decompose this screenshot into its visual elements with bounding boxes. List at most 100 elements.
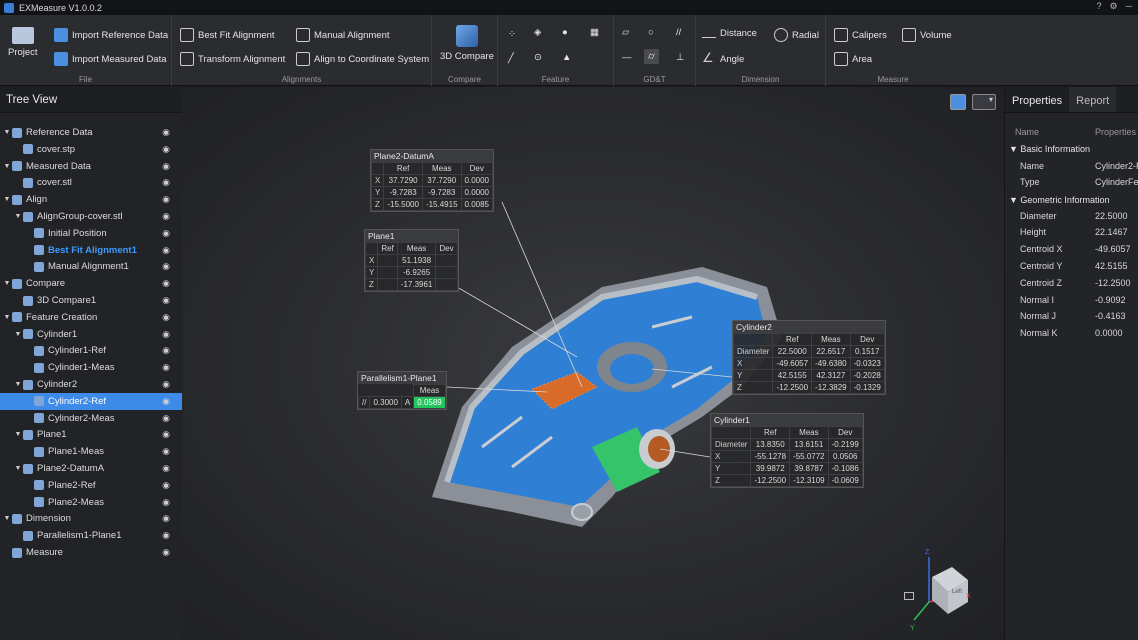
- expand-arrow-icon[interactable]: ▼: [2, 515, 12, 522]
- cone-feature-icon[interactable]: ▲: [562, 52, 571, 63]
- expand-arrow-icon[interactable]: ▼: [13, 465, 23, 472]
- tree-item[interactable]: ▼ Feature Creation ◉: [0, 309, 182, 326]
- tree-item[interactable]: Plane2-Ref ◉: [0, 477, 182, 494]
- cylindricity-icon[interactable]: ⌭: [644, 49, 659, 64]
- expand-arrow-icon[interactable]: ▼: [13, 381, 23, 388]
- circle-feature-icon[interactable]: ⊙: [534, 52, 542, 63]
- tree-item[interactable]: Plane2-Meas ◉: [0, 494, 182, 511]
- visibility-eye-icon[interactable]: ◉: [162, 513, 170, 524]
- annotation-cylinder1[interactable]: Cylinder1 Ref Meas Dev Diameter 13.8350 13.61…: [710, 413, 864, 488]
- tree-item[interactable]: cover.stp ◉: [0, 141, 182, 158]
- tree-item[interactable]: ▼ AlignGroup-cover.stl ◉: [0, 208, 182, 225]
- angle-button[interactable]: ∠ Angle: [702, 51, 744, 66]
- radial-button[interactable]: Radial: [774, 28, 819, 42]
- visibility-eye-icon[interactable]: ◉: [162, 362, 170, 373]
- circularity-icon[interactable]: ○: [648, 27, 654, 38]
- tab-report[interactable]: Report: [1069, 87, 1117, 112]
- tab-properties[interactable]: Properties: [1005, 87, 1069, 112]
- project-button[interactable]: Project: [8, 27, 38, 58]
- tree-item[interactable]: Cylinder1-Meas ◉: [0, 359, 182, 376]
- tree-item[interactable]: Parallelism1-Plane1 ◉: [0, 527, 182, 544]
- visibility-eye-icon[interactable]: ◉: [162, 497, 170, 508]
- tree-item[interactable]: Cylinder1-Ref ◉: [0, 342, 182, 359]
- visibility-eye-icon[interactable]: ◉: [162, 211, 170, 222]
- expand-arrow-icon[interactable]: ▼: [13, 213, 23, 220]
- settings-icon[interactable]: ⚙: [1110, 1, 1118, 12]
- fit-view-icon[interactable]: [904, 592, 914, 600]
- visibility-eye-icon[interactable]: ◉: [162, 245, 170, 256]
- visibility-eye-icon[interactable]: ◉: [162, 228, 170, 239]
- tree-item[interactable]: Cylinder2-Meas ◉: [0, 410, 182, 427]
- sphere-feature-icon[interactable]: ●: [562, 27, 568, 38]
- tree-item[interactable]: ▼ Cylinder2 ◉: [0, 376, 182, 393]
- flatness-icon[interactable]: ▱: [622, 27, 629, 38]
- 3d-viewport[interactable]: ▾ Plane2-DatumA Ref Meas Dev X 37.7290 3…: [182, 87, 1004, 640]
- visibility-eye-icon[interactable]: ◉: [162, 446, 170, 457]
- visibility-eye-icon[interactable]: ◉: [162, 480, 170, 491]
- annotation-plane2-datuma[interactable]: Plane2-DatumA Ref Meas Dev X 37.7290 37.7290 0…: [370, 149, 494, 212]
- visibility-eye-icon[interactable]: ◉: [162, 547, 170, 558]
- cylinder-feature-icon[interactable]: ▦: [590, 27, 599, 38]
- align-coordinate-system-button[interactable]: Align to Coordinate System: [296, 52, 429, 66]
- visibility-eye-icon[interactable]: ◉: [162, 144, 170, 155]
- import-measured-button[interactable]: Import Measured Data: [54, 52, 167, 66]
- tree-item[interactable]: ▼ Compare ◉: [0, 275, 182, 292]
- straightness-icon[interactable]: —: [622, 52, 632, 63]
- annotation-cylinder2[interactable]: Cylinder2 Ref Meas Dev Diameter 22.5000 22.65…: [732, 320, 886, 395]
- visibility-eye-icon[interactable]: ◉: [162, 413, 170, 424]
- tree-item[interactable]: ▼ Plane2-DatumA ◉: [0, 460, 182, 477]
- tree-item[interactable]: Initial Position ◉: [0, 225, 182, 242]
- tree-item[interactable]: ▼ Reference Data ◉: [0, 124, 182, 141]
- visibility-eye-icon[interactable]: ◉: [162, 261, 170, 272]
- visibility-eye-icon[interactable]: ◉: [162, 127, 170, 138]
- annotation-plane1[interactable]: Plane1 Ref Meas Dev X 51.1938 Y -6.9265 Z -17.39…: [364, 229, 459, 292]
- expand-arrow-icon[interactable]: ▼: [13, 331, 23, 338]
- visibility-eye-icon[interactable]: ◉: [162, 345, 170, 356]
- annotation-parallelism[interactable]: Parallelism1-Plane1 Meas // 0.3000 A 0.0…: [357, 371, 447, 410]
- calipers-button[interactable]: Calipers: [834, 28, 887, 42]
- expand-arrow-icon[interactable]: ▼: [2, 129, 12, 136]
- perpendicularity-icon[interactable]: ⊥: [676, 52, 684, 63]
- tree-item[interactable]: Plane1-Meas ◉: [0, 443, 182, 460]
- tree-item[interactable]: Best Fit Alignment1 ◉: [0, 242, 182, 259]
- tree-item[interactable]: ▼ Cylinder1 ◉: [0, 326, 182, 343]
- manual-alignment-button[interactable]: Manual Alignment: [296, 28, 390, 42]
- import-reference-button[interactable]: Import Reference Data: [54, 28, 168, 42]
- visibility-eye-icon[interactable]: ◉: [162, 379, 170, 390]
- volume-button[interactable]: Volume: [902, 28, 952, 42]
- visibility-eye-icon[interactable]: ◉: [162, 530, 170, 541]
- tree-item[interactable]: Cylinder2-Ref ◉: [0, 392, 182, 410]
- help-icon[interactable]: ?: [1097, 1, 1102, 12]
- visibility-eye-icon[interactable]: ◉: [162, 429, 170, 440]
- tree-item[interactable]: ▼ Align ◉: [0, 191, 182, 208]
- transform-alignment-button[interactable]: Transform Alignment: [180, 52, 285, 66]
- visibility-eye-icon[interactable]: ◉: [162, 329, 170, 340]
- tree-item[interactable]: ▼ Measured Data ◉: [0, 158, 182, 175]
- visibility-eye-icon[interactable]: ◉: [162, 177, 170, 188]
- tree-item[interactable]: Manual Alignment1 ◉: [0, 258, 182, 275]
- expand-arrow-icon[interactable]: ▼: [2, 196, 12, 203]
- tree-item[interactable]: cover.stl ◉: [0, 174, 182, 191]
- view-cube[interactable]: Left Z X Y: [894, 542, 984, 632]
- tree-item[interactable]: ▼ Plane1 ◉: [0, 426, 182, 443]
- 3d-compare-button[interactable]: 3D Compare: [440, 25, 494, 62]
- parallelism-icon[interactable]: //: [676, 27, 681, 38]
- distance-button[interactable]: Distance: [702, 28, 757, 39]
- visibility-eye-icon[interactable]: ◉: [162, 278, 170, 289]
- line-feature-icon[interactable]: ╱: [508, 53, 514, 64]
- visibility-eye-icon[interactable]: ◉: [162, 161, 170, 172]
- visibility-eye-icon[interactable]: ◉: [162, 463, 170, 474]
- point-feature-icon[interactable]: ⁘: [508, 29, 516, 40]
- visibility-eye-icon[interactable]: ◉: [162, 396, 170, 407]
- tree-item[interactable]: ▼ Dimension ◉: [0, 510, 182, 527]
- plane-feature-icon[interactable]: ◈: [534, 27, 541, 38]
- expand-arrow-icon[interactable]: ▼: [2, 163, 12, 170]
- visibility-eye-icon[interactable]: ◉: [162, 312, 170, 323]
- area-button[interactable]: Area: [834, 52, 872, 66]
- best-fit-alignment-button[interactable]: Best Fit Alignment: [180, 28, 275, 42]
- visibility-eye-icon[interactable]: ◉: [162, 295, 170, 306]
- expand-arrow-icon[interactable]: ▼: [13, 431, 23, 438]
- expand-arrow-icon[interactable]: ▼: [2, 314, 12, 321]
- tree-item[interactable]: Measure ◉: [0, 544, 182, 561]
- minimize-icon[interactable]: ─: [1126, 1, 1132, 12]
